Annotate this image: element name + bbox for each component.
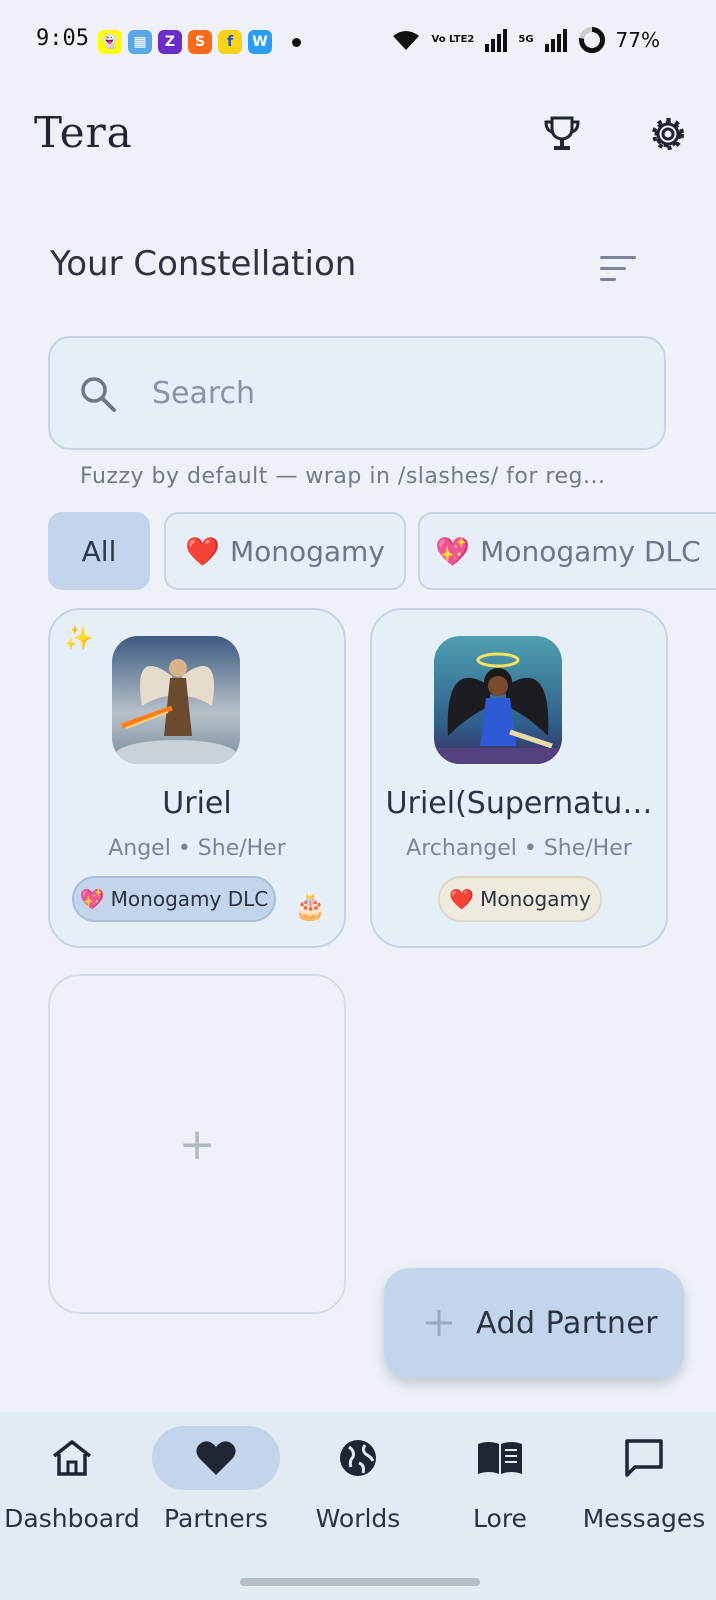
swiggy-icon: S — [188, 30, 212, 54]
nav-label: Messages — [582, 1504, 706, 1533]
signal-icon-2 — [544, 29, 567, 52]
settings-button[interactable] — [646, 112, 690, 156]
heart-icon — [196, 1441, 236, 1475]
partner-card[interactable]: Uriel(Supernatu… Archangel • She/Her ❤️ … — [370, 608, 668, 948]
nav-pill — [436, 1426, 564, 1490]
search-input[interactable] — [150, 368, 634, 418]
gear-icon — [652, 118, 684, 150]
nav-label: Lore — [473, 1504, 527, 1533]
plus-icon — [426, 1310, 452, 1336]
nav-label: Worlds — [315, 1504, 401, 1533]
sort-button[interactable] — [598, 254, 638, 288]
search-hint: Fuzzy by default — wrap in /slashes/ for… — [80, 464, 606, 489]
nav-item-worlds[interactable]: Worlds — [288, 1426, 428, 1566]
sparkle-icon: ✨ — [64, 624, 94, 652]
signal-icon — [485, 29, 508, 52]
zepto-icon: Z — [158, 30, 182, 54]
nav-label: Dashboard — [4, 1504, 140, 1533]
partner-subtitle: Archangel • She/Her — [406, 836, 632, 861]
search-box[interactable] — [48, 336, 666, 450]
nav-item-lore[interactable]: Lore — [430, 1426, 570, 1566]
badge-label: Monogamy DLC — [110, 887, 269, 911]
status-time: 9:05 — [36, 26, 89, 51]
filter-chip-label: All — [81, 534, 117, 568]
trophy-button[interactable] — [540, 112, 584, 156]
nav-item-messages[interactable]: Messages — [574, 1426, 714, 1566]
bottom-navigation: Dashboard Partners Worlds Lore Messages — [0, 1412, 716, 1600]
app-w-icon: W — [248, 30, 272, 54]
plus-icon: + — [178, 1118, 216, 1170]
volte-label: Vo LTE2 — [431, 34, 475, 45]
snapchat-icon: 👻 — [98, 30, 122, 54]
nav-item-partners[interactable]: Partners — [146, 1426, 286, 1566]
partner-card[interactable]: ✨ Uriel Angel • She/Her 💖 Monogamy DLC 🎂 — [48, 608, 346, 948]
filter-chip-label: Monogamy DLC — [480, 534, 701, 568]
trophy-icon — [544, 116, 580, 150]
partner-name: Uriel — [162, 786, 232, 821]
5g-label: 5G — [518, 34, 534, 45]
sort-icon — [600, 256, 636, 281]
filter-chip-label: Monogamy — [229, 534, 385, 568]
partner-avatar — [112, 636, 240, 764]
nav-pill — [294, 1426, 422, 1490]
globe-icon — [340, 1440, 376, 1476]
message-icon — [625, 1439, 663, 1477]
battery-ring-icon — [578, 27, 605, 53]
home-indicator[interactable] — [240, 1578, 480, 1586]
notification-icons: 👻 ▦ Z S f W — [98, 30, 272, 54]
add-partner-card[interactable]: + — [48, 974, 346, 1314]
wifi-icon — [392, 31, 419, 50]
add-partner-button[interactable]: Add Partner — [384, 1268, 684, 1378]
status-indicators: Vo LTE2 5G 77% — [390, 26, 660, 54]
flipkart-icon: f — [218, 30, 242, 54]
nav-pill — [8, 1426, 136, 1490]
sparkling-heart-icon: 💖 — [79, 887, 105, 911]
heart-emoji-icon: ❤️ — [185, 534, 220, 568]
add-partner-label: Add Partner — [476, 1305, 659, 1341]
more-notifications-dot — [292, 38, 301, 47]
section-title: Your Constellation — [50, 244, 357, 284]
nav-pill — [580, 1426, 708, 1490]
partner-avatar — [434, 636, 562, 764]
battery-percent: 77% — [615, 28, 660, 52]
home-icon — [52, 1440, 92, 1476]
app-title: Tera — [34, 108, 133, 157]
search-icon — [78, 374, 118, 418]
birthday-cake-icon: 🎂 — [294, 892, 327, 922]
nav-pill — [152, 1426, 280, 1490]
relationship-badge: 💖 Monogamy DLC — [72, 876, 276, 922]
nav-item-dashboard[interactable]: Dashboard — [2, 1426, 142, 1566]
filter-chip-monogamy[interactable]: ❤️ Monogamy — [164, 512, 406, 590]
partner-name: Uriel(Supernatu… — [385, 786, 653, 821]
partner-subtitle: Angel • She/Her — [108, 836, 286, 861]
app-icon: ▦ — [128, 30, 152, 54]
filter-chip-all[interactable]: All — [48, 512, 150, 590]
relationship-badge: ❤️ Monogamy — [438, 876, 602, 922]
nav-label: Partners — [164, 1504, 268, 1533]
book-icon — [478, 1442, 522, 1474]
badge-label: Monogamy — [480, 887, 591, 911]
sparkling-heart-icon: 💖 — [435, 534, 471, 568]
filter-chip-monogamy-dlc[interactable]: 💖 Monogamy DLC — [418, 512, 716, 590]
heart-emoji-icon: ❤️ — [449, 887, 475, 911]
